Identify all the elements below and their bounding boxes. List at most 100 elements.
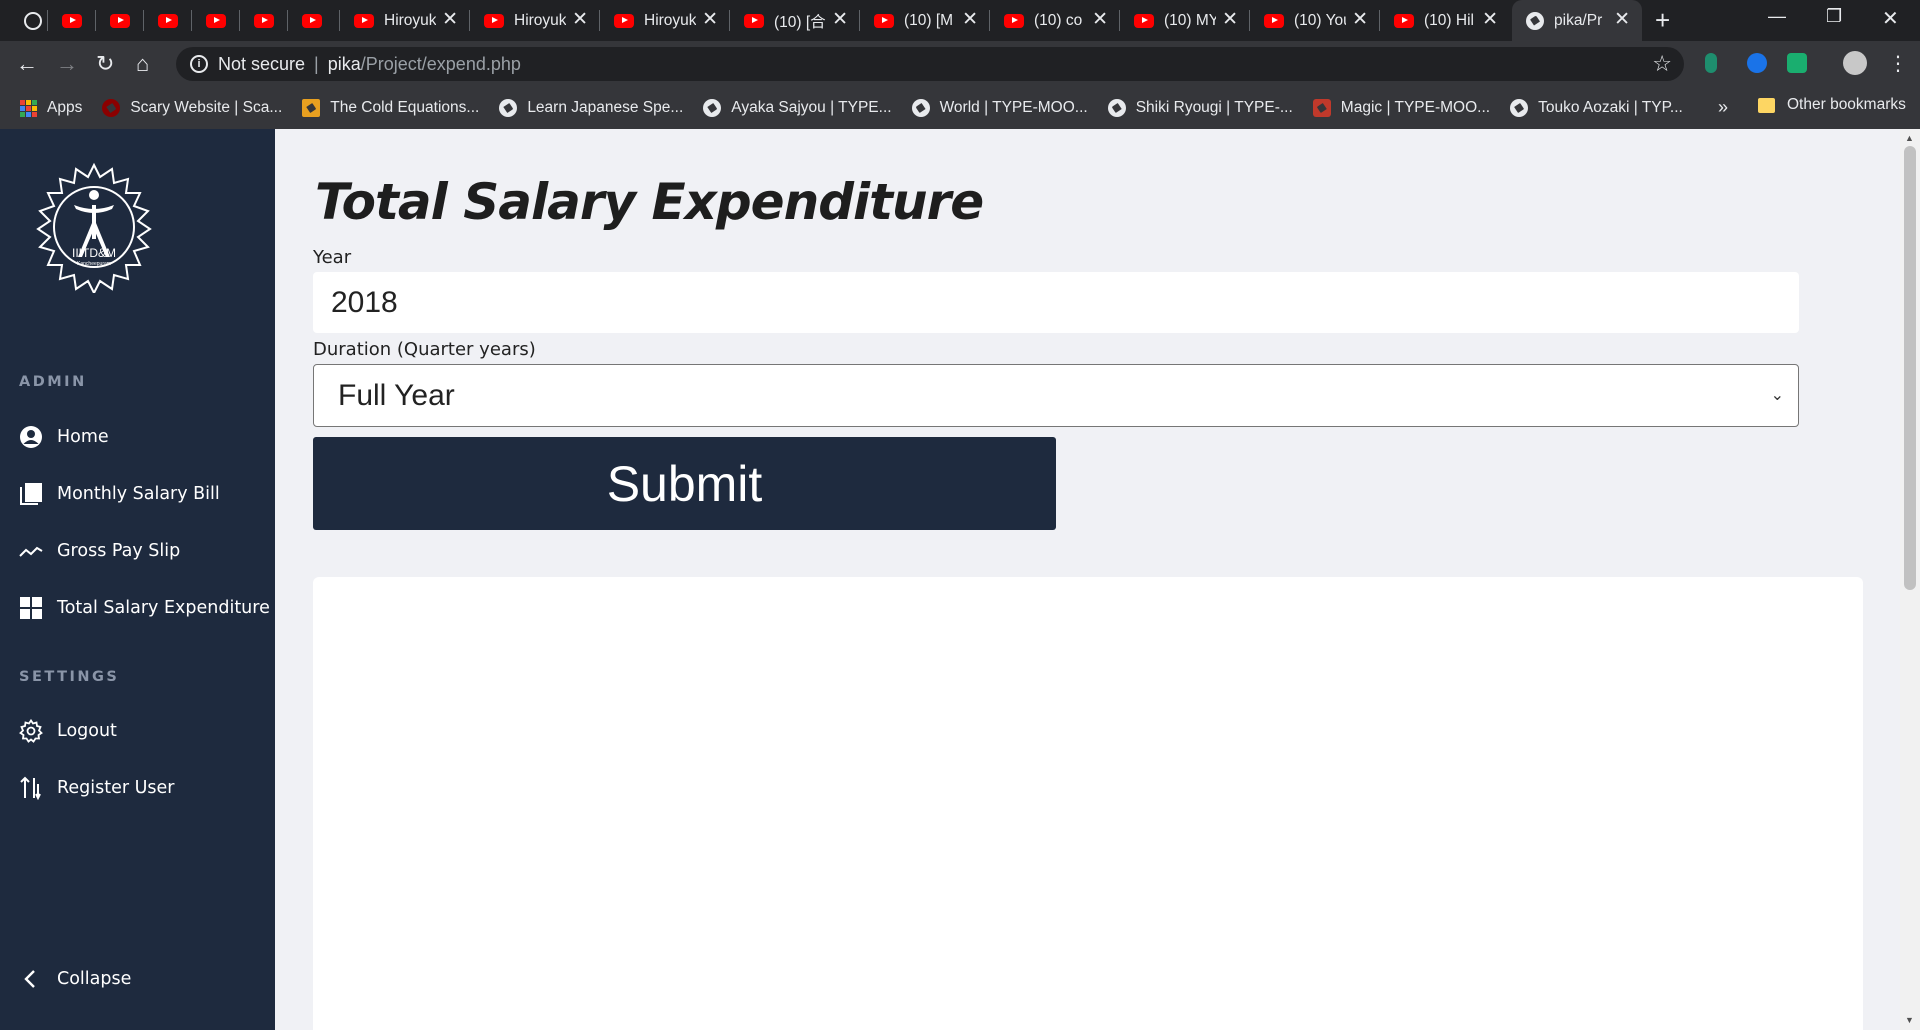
address-bar[interactable]: i Not secure | pika/Project/expend.php ☆ [176,47,1684,81]
browser-tab[interactable] [144,0,192,41]
duration-select[interactable]: Full Year ⌄ [313,364,1799,427]
browser-tab[interactable]: (10) MY ✕ [1120,0,1250,41]
duration-selected-value: Full Year [338,378,455,412]
bookmark-item[interactable]: Magic | TYPE-MOO... [1312,99,1490,117]
page-scrollbar[interactable]: ▲ ▼ [1900,129,1920,1030]
browser-tab[interactable]: (10) [合 ✕ [730,0,860,41]
browser-tab-active[interactable]: pika/Pr ✕ [1512,0,1642,41]
scrollbar-thumb[interactable] [1904,146,1916,590]
hp-extension-icon[interactable] [1747,53,1767,73]
sidebar-item-logout[interactable]: Logout [19,719,117,743]
browser-tab[interactable]: (10) Hil ✕ [1380,0,1510,41]
close-icon[interactable]: ✕ [1482,10,1498,30]
documents-icon [19,482,43,506]
youtube-icon [1004,13,1024,28]
user-circle-icon [19,425,43,449]
browser-tab[interactable] [288,0,340,41]
menu-icon[interactable]: ⋮ [1888,51,1908,77]
home-icon[interactable]: ⌂ [136,51,149,77]
bookmark-item[interactable]: Ayaka Sajyou | TYPE... [703,99,892,117]
youtube-icon [874,13,894,28]
bookmark-item[interactable]: Shiki Ryougi | TYPE-... [1107,99,1293,117]
close-icon[interactable]: ✕ [832,10,848,30]
profile-avatar[interactable] [1843,51,1867,75]
close-icon[interactable]: ✕ [442,10,458,30]
restore-icon[interactable]: ❐ [1826,6,1842,27]
sidebar-item-label: Gross Pay Slip [57,541,181,561]
tab-title: Hiroyuk [514,11,566,29]
browser-tab[interactable]: (10) co ✕ [990,0,1120,41]
minimize-icon[interactable]: — [1768,6,1786,27]
key-extension-icon[interactable] [1705,53,1717,73]
sidebar-item-total-salary-expenditure[interactable]: Total Salary Expenditure [19,596,270,620]
gear-icon [19,719,43,743]
sidebar-item-label: Home [57,427,109,447]
close-icon[interactable]: ✕ [1352,10,1368,30]
url-host: pika [327,53,361,74]
bookmark-item[interactable]: Touko Aozaki | TYP... [1510,99,1683,117]
bookmark-label: Learn Japanese Spe... [527,99,684,116]
security-label: Not secure [218,53,306,74]
bookmark-apps[interactable]: Apps [20,99,82,117]
globe-icon [911,99,930,117]
sidebar-item-register-user[interactable]: Register User [19,776,175,800]
browser-tab[interactable]: Hiroyuk ✕ [600,0,730,41]
browser-tab[interactable]: Hiroyuk ✕ [340,0,470,41]
settings-heading: SETTINGS [19,669,120,685]
scroll-down-icon[interactable]: ▼ [1905,1015,1914,1025]
youtube-icon [62,13,82,28]
forward-icon[interactable]: → [56,51,78,77]
youtube-icon [302,13,322,28]
browser-tab[interactable]: (10) You ✕ [1250,0,1380,41]
scroll-up-icon[interactable]: ▲ [1905,133,1914,143]
tab-title: pika/Pr [1554,11,1603,29]
bookmark-item[interactable]: Learn Japanese Spe... [499,99,683,117]
info-icon[interactable]: i [190,55,208,73]
omnibox-divider: | [314,53,319,74]
bookmark-item[interactable]: Scary Website | Sca... [102,99,282,117]
browser-tab[interactable] [96,0,144,41]
bookmark-label: Apps [47,99,83,116]
bookmark-star-icon[interactable]: ☆ [1652,51,1672,77]
submit-button[interactable]: Submit [313,437,1056,530]
new-tab-icon[interactable]: + [1655,6,1670,34]
close-icon[interactable]: ✕ [1092,10,1108,30]
browser-tab[interactable] [192,0,240,41]
sidebar-item-label: Register User [57,778,175,798]
bookmark-label: World | TYPE-MOO... [939,99,1088,116]
close-icon[interactable]: ✕ [702,10,718,30]
browser-tab[interactable] [48,0,96,41]
reload-icon[interactable]: ↻ [96,51,114,77]
year-label: Year [313,247,352,268]
duration-label: Duration (Quarter years) [313,339,536,360]
close-window-icon[interactable]: ✕ [1882,6,1899,31]
other-bookmarks[interactable]: Other bookmarks [1758,96,1906,114]
browser-tab[interactable]: Hiroyuk ✕ [470,0,600,41]
shield-extension-icon[interactable] [1787,53,1807,73]
youtube-icon [484,13,504,28]
bookmark-item[interactable]: The Cold Equations... [302,99,479,117]
bookmark-label: Scary Website | Sca... [130,99,283,116]
close-icon[interactable]: ✕ [962,10,978,30]
sidebar-item-gross-pay-slip[interactable]: Gross Pay Slip [19,539,180,563]
apps-grid-icon [20,99,37,117]
tab-title: (10) co [1034,11,1083,29]
back-icon[interactable]: ← [16,51,38,77]
bookmarks-overflow-icon[interactable]: » [1718,97,1728,118]
sidebar-item-monthly-salary-bill[interactable]: Monthly Salary Bill [19,482,220,506]
chevron-down-icon: ⌄ [1770,387,1784,404]
browser-tab[interactable] [240,0,288,41]
sidebar-collapse[interactable]: Collapse [19,967,131,991]
youtube-icon [110,13,130,28]
year-input[interactable] [313,272,1799,333]
globe-icon [1510,99,1529,117]
tab-title: Hiroyuk [384,11,436,29]
sidebar-item-home[interactable]: Home [19,425,109,449]
close-icon[interactable]: ✕ [572,10,588,30]
close-icon[interactable]: ✕ [1222,10,1238,30]
close-icon[interactable]: ✕ [1614,10,1630,30]
bookmark-item[interactable]: World | TYPE-MOO... [911,99,1088,117]
browser-tab[interactable]: (10) [M ✕ [860,0,990,41]
folder-icon [1758,97,1775,113]
browser-tab[interactable] [0,0,48,41]
